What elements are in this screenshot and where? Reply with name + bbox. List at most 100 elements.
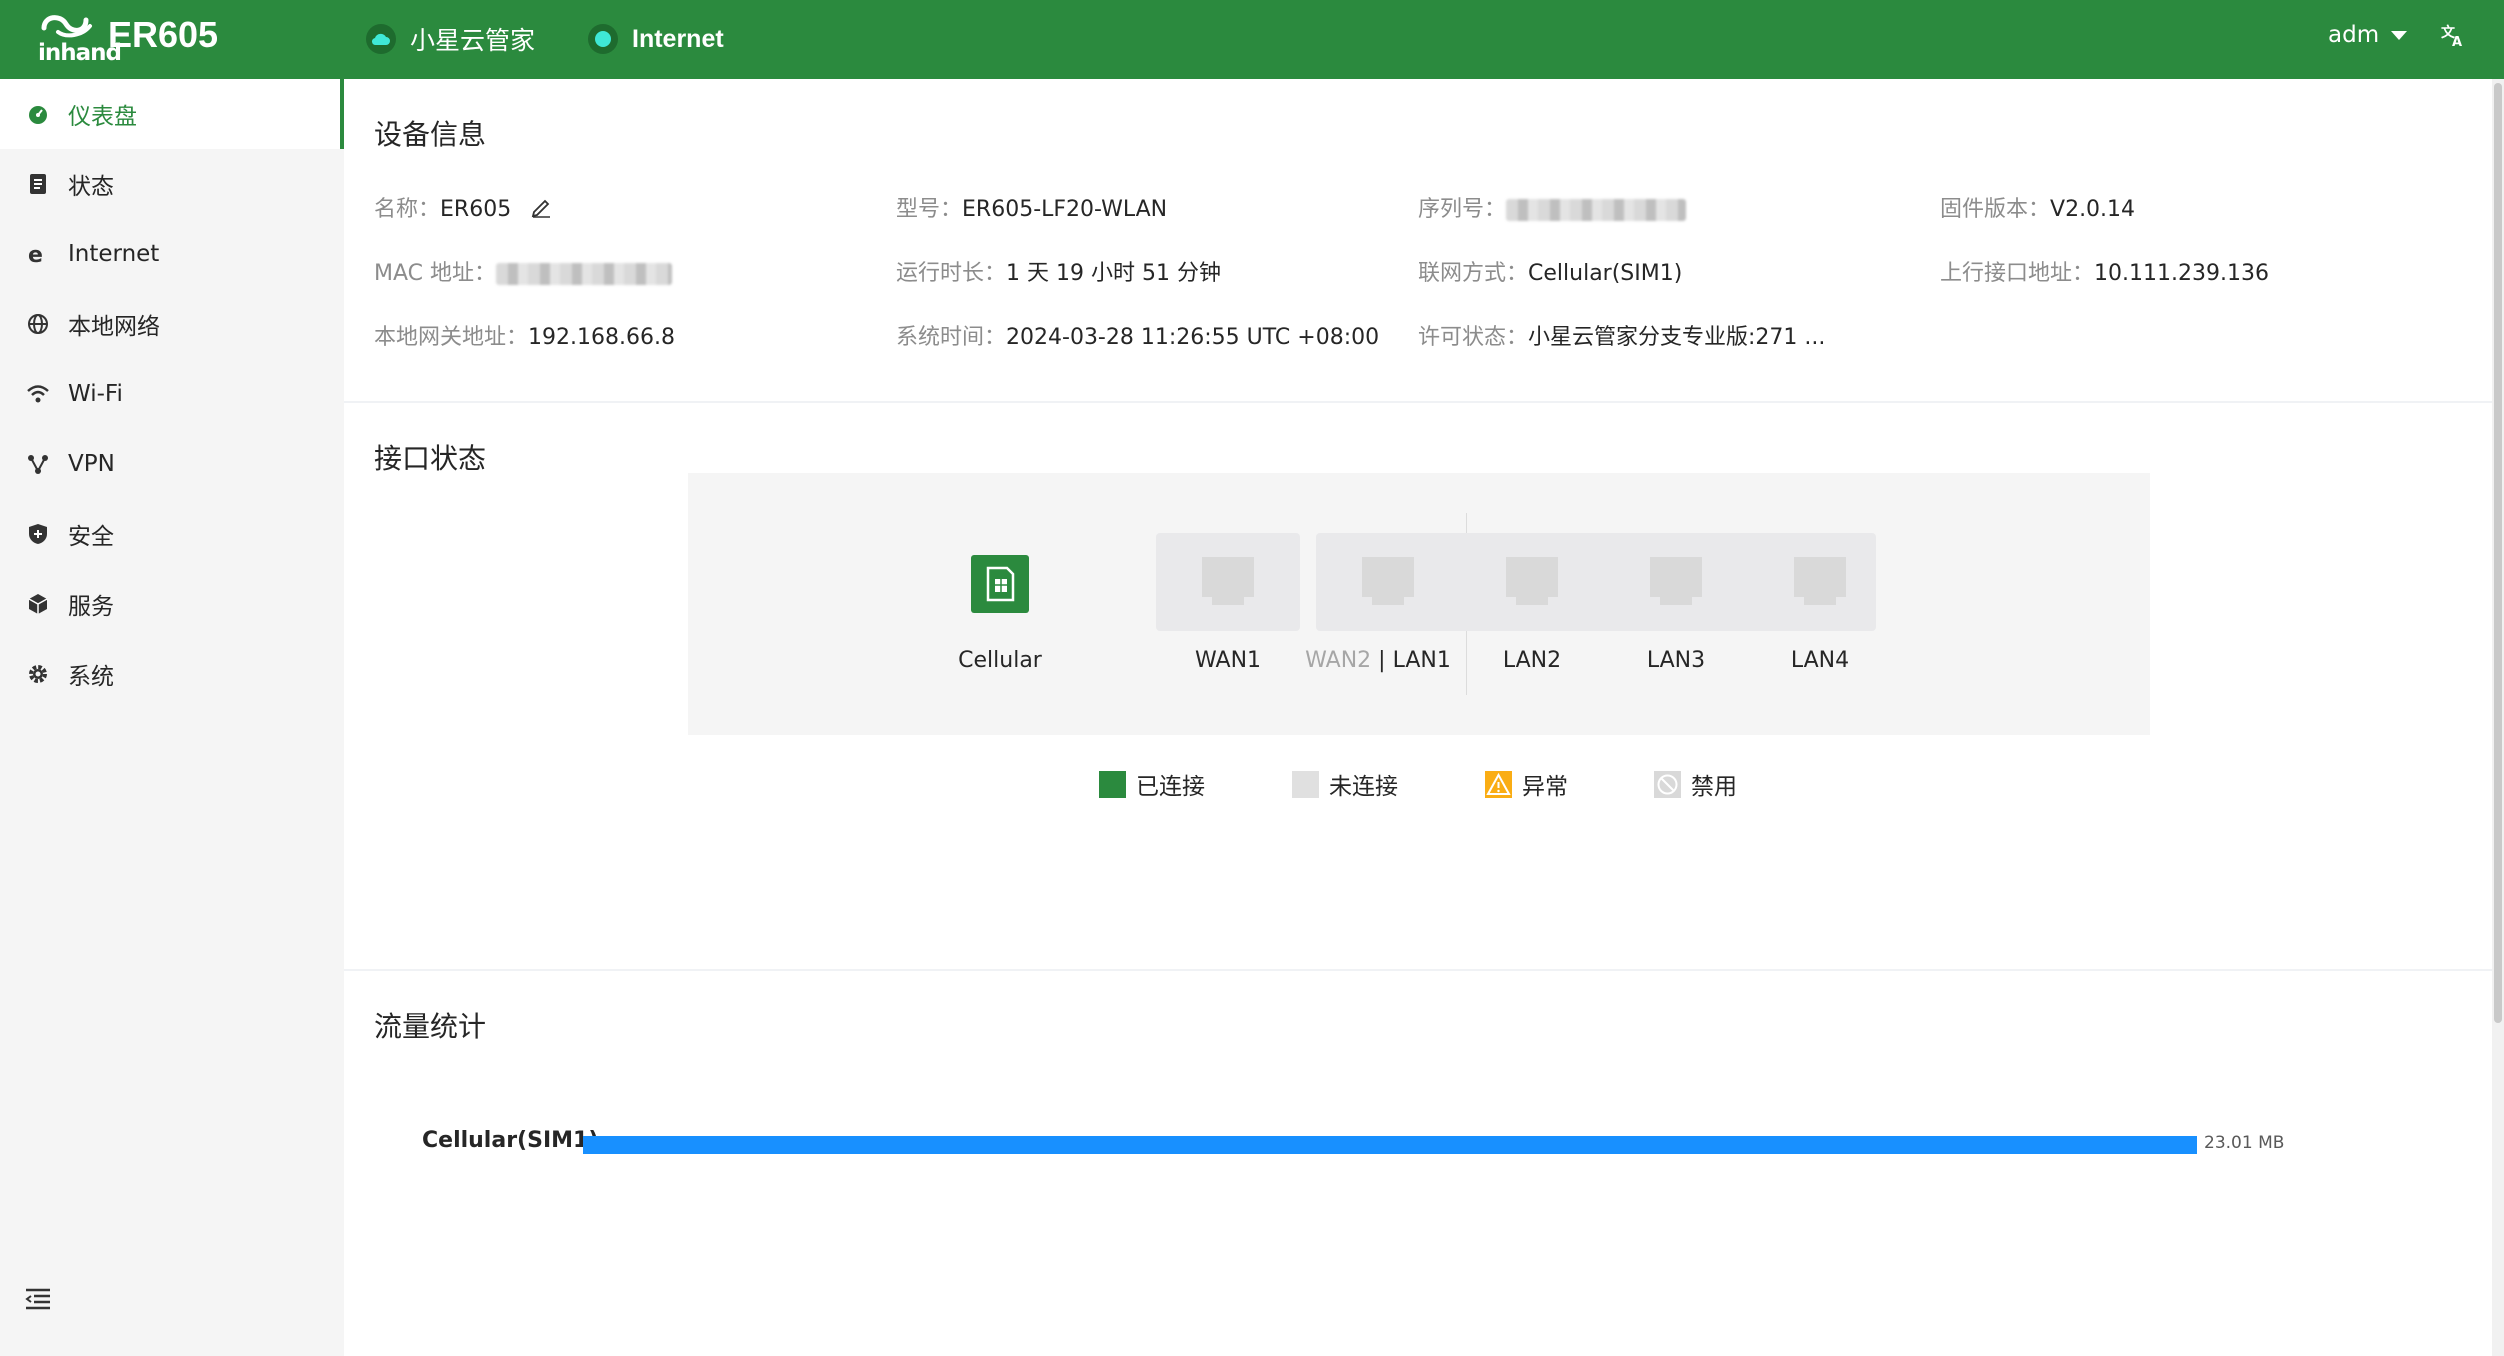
firmware-value: V2.0.14 [2050,197,2136,222]
caret-down-icon [2391,30,2408,40]
traffic-bar[interactable] [583,1136,2197,1154]
lan2-label: LAN2 [1502,648,1562,673]
ethernet-port-icon[interactable] [1792,555,1848,609]
wan2-label: WAN2 [1305,648,1372,673]
sidebar-item-label: 状态 [68,174,114,200]
mac-redacted [496,263,672,285]
disabled-icon [1654,770,1681,798]
legend-connected: 已连接 [1099,767,1205,801]
device-info-card: 设备信息 名称：ER605 型号：ER605-LF20-WLAN 序列号： 固件… [344,79,2492,401]
internet-icon: e [26,242,50,266]
sidebar-item-label: 服务 [68,594,114,620]
svg-text:A: A [2452,35,2462,48]
lan3-label: LAN3 [1646,648,1706,673]
traffic-value: 23.01 MB [2204,1133,2285,1153]
ethernet-port-icon [1202,557,1254,605]
sim-card-icon [986,566,1015,602]
uplink-ip-value: 10.111.239.136 [2094,261,2269,286]
user-menu[interactable]: adm [2328,22,2408,48]
translate-icon[interactable]: 文 A [2440,22,2466,54]
internet-status-label: Internet [632,24,724,53]
uptime-field: 运行时长：1 天 19 小时 51 分钟 [896,261,1221,286]
sidebar-item-status[interactable]: 状态 [0,149,344,219]
uplink-ip-field: 上行接口地址：10.111.239.136 [1940,261,2269,286]
collapse-menu-icon[interactable] [24,1287,52,1315]
cellular-label: Cellular [958,648,1042,673]
cloud-icon [366,24,396,54]
vertical-scrollbar[interactable] [2492,79,2504,1356]
license-value[interactable]: 小星云管家分支专业版:271 ... [1528,325,1825,350]
logo-mark-icon [41,15,92,38]
interface-panel: Cellular WAN1 WAN2 | LAN1 LAN2 LAN3 LAN4 [688,473,2150,735]
port-separator: | [1371,648,1393,673]
sidebar-item-system[interactable]: 系统 [0,639,344,709]
sidebar-item-label: 安全 [68,524,114,550]
mac-field: MAC 地址： [374,255,672,287]
wan2-lan1-label: WAN2 | LAN1 [1298,648,1458,673]
internet-status-icon [588,24,618,54]
dashboard-icon [26,102,50,126]
uptime-value: 1 天 19 小时 51 分钟 [1006,261,1221,286]
interface-status-title: 接口状态 [374,442,487,475]
gateway-field: 本地网关地址：192.168.66.8 [374,325,675,350]
system-time-value: 2024-03-28 11:26:55 UTC +08:00 [1006,325,1380,350]
globe-icon [26,312,50,336]
sidebar-item-label: 本地网络 [68,314,160,340]
device-name-value: ER605 [440,197,512,222]
user-name: adm [2328,22,2380,48]
sidebar-item-dashboard[interactable]: 仪表盘 [0,79,344,149]
sidebar-item-label: Internet [68,241,160,267]
sidebar-item-wifi[interactable]: Wi-Fi [0,359,344,429]
firmware-field: 固件版本：V2.0.14 [1940,197,2136,222]
device-info-title: 设备信息 [374,118,487,151]
ethernet-port-icon[interactable] [1504,555,1560,609]
sidebar-item-services[interactable]: 服务 [0,569,344,639]
ethernet-port-icon[interactable] [1360,555,1416,609]
traffic-interface-label: Cellular(SIM1) [422,1128,599,1153]
model-value: ER605-LF20-WLAN [962,197,1168,222]
legend-disconnected: 未连接 [1292,767,1398,801]
svg-text:e: e [28,243,43,265]
product-name: ER605 [108,14,219,55]
sidebar-item-label: 系统 [68,664,114,690]
system-time-field: 系统时间：2024-03-28 11:26:55 UTC +08:00 [896,325,1380,350]
cloud-manager-label: 小星云管家 [410,26,536,55]
gear-icon [26,662,50,686]
lan4-label: LAN4 [1790,648,1850,673]
cube-icon [26,592,50,616]
sidebar-item-vpn[interactable]: VPN [0,429,344,499]
wifi-icon [26,382,50,406]
traffic-stats-card: 流量统计 [344,971,2492,1356]
model-field: 型号：ER605-LF20-WLAN [896,197,1168,222]
sidebar-item-internet[interactable]: e Internet [0,219,344,289]
main-content: 设备信息 名称：ER605 型号：ER605-LF20-WLAN 序列号： 固件… [344,79,2492,1356]
inhand-logo[interactable]: inhand [38,10,122,68]
sidebar-item-label: VPN [68,451,115,477]
warning-icon [1485,770,1512,798]
cloud-manager-link[interactable]: 小星云管家 [366,20,535,58]
internet-status-link[interactable]: Internet [588,20,724,58]
status-icon [26,172,50,196]
legend-abnormal: 异常 [1485,767,1568,801]
link-method-field: 联网方式：Cellular(SIM1) [1418,261,1683,286]
wan1-label: WAN1 [1194,648,1262,673]
scrollbar-thumb[interactable] [2494,83,2502,1023]
sidebar-item-local-network[interactable]: 本地网络 [0,289,344,359]
link-method-value: Cellular(SIM1) [1528,261,1683,286]
gateway-value: 192.168.66.8 [528,325,675,350]
serial-field: 序列号： [1418,191,1687,223]
disconnected-swatch [1292,770,1319,798]
sidebar-item-security[interactable]: 安全 [0,499,344,569]
legend-disabled: 禁用 [1654,767,1737,801]
vpn-icon [26,452,50,476]
sidebar-item-label: Wi-Fi [68,381,123,407]
sidebar-item-label: 仪表盘 [68,104,137,130]
ethernet-port-icon[interactable] [1648,555,1704,609]
device-name-field: 名称：ER605 [374,191,552,224]
serial-redacted [1506,199,1687,221]
cellular-port[interactable] [971,555,1029,613]
edit-icon[interactable] [530,196,552,224]
top-bar: inhand ER605 小星云管家 Internet adm 文 A [0,0,2504,79]
traffic-stats-title: 流量统计 [374,1010,487,1043]
connected-swatch [1099,770,1126,798]
